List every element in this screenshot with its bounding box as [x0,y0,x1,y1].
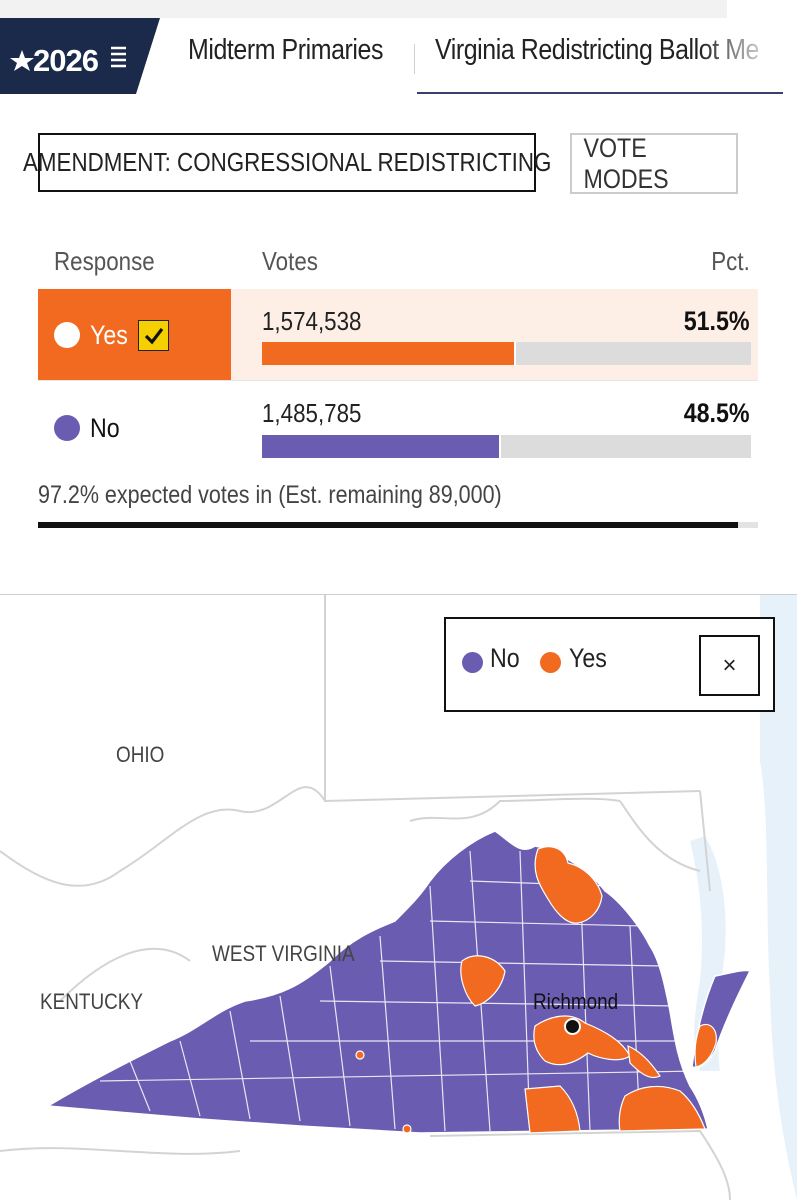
header-response: Response [54,246,155,276]
amendment-selector-button[interactable]: AMENDMENT: CONGRESSIONAL REDISTRICTING [23,133,551,192]
no-bar-track [262,435,751,458]
top-strip [0,0,727,18]
virginia-no-region[interactable] [45,830,709,1134]
no-label: No [90,413,120,443]
vote-modes-label: VOTE MODES [583,132,669,194]
row-separator [38,380,758,381]
expected-votes-progress-fill [38,522,738,528]
legend-yes-label: Yes [569,643,607,673]
election-2026-logo[interactable]: 2026 [0,18,160,94]
winner-check-icon [138,320,169,351]
legend-no-label: No [490,643,520,673]
yes-pct: 51.5% [684,306,750,336]
no-bar-fill [262,435,502,458]
header-pct: Pct. [711,246,750,276]
label-richmond: Richmond [533,989,619,1014]
yes-bar-track [262,342,751,365]
yes-bar-fill [262,342,516,365]
expected-votes-text: 97.2% expected votes in (Est. remaining … [38,481,502,509]
richmond-marker-icon [564,1018,581,1035]
yes-votes: 1,574,538 [262,306,362,336]
legend-close-button[interactable]: × [699,635,760,696]
amendment-label: AMENDMENT: CONGRESSIONAL REDISTRICTING [22,147,552,177]
header-votes: Votes [262,246,318,276]
tab-midterm-primaries[interactable]: Midterm Primaries [188,34,383,67]
nav-divider [414,44,415,74]
top-strip-right [727,0,797,18]
label-kentucky: KENTUCKY [40,989,144,1014]
label-west-virginia: WEST VIRGINIA [212,941,355,966]
active-tab-indicator [417,92,783,94]
no-pct: 48.5% [684,398,750,428]
legend-no-dot-icon [462,652,483,673]
legend-yes-dot-icon [540,652,561,673]
no-dot-icon [54,415,80,441]
vote-modes-button[interactable]: VOTE MODES [570,133,738,194]
tab-overflow-fade [700,30,797,86]
logo-text: 2026 [33,43,99,78]
expected-votes-progress [38,522,758,528]
yes-dot-icon [54,322,80,348]
yes-label: Yes [90,320,128,350]
no-votes: 1,485,785 [262,398,362,428]
label-ohio: OHIO [116,742,165,767]
map-legend: No Yes × [444,617,775,712]
